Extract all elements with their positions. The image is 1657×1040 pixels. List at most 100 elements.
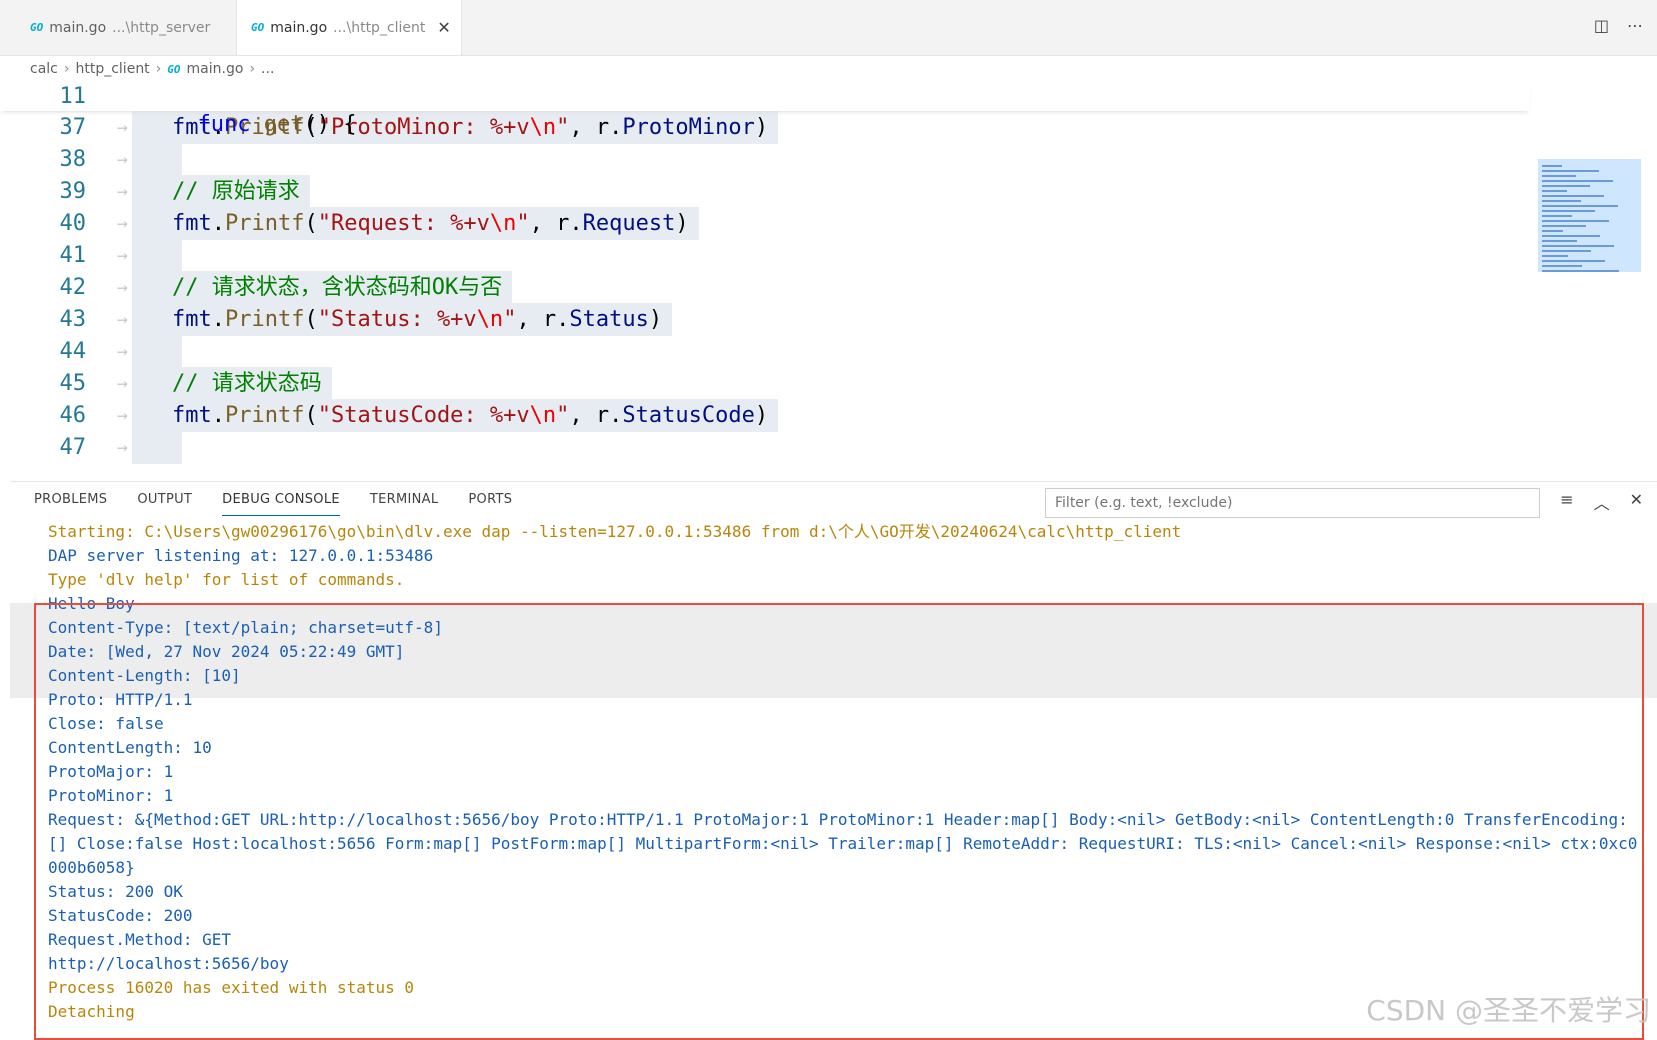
indent-arrow-icon: → bbox=[117, 245, 128, 266]
code-token: func bbox=[197, 112, 251, 137]
code-token: \n bbox=[476, 307, 504, 332]
code-token: . bbox=[211, 307, 225, 332]
code-text: // 原始请求 bbox=[132, 175, 310, 208]
tab-debug-console[interactable]: DEBUG CONSOLE bbox=[222, 492, 340, 516]
indent-arrow-icon: → bbox=[117, 309, 128, 330]
breadcrumb-item[interactable]: ... bbox=[261, 61, 274, 77]
code-line[interactable]: 42 → // 请求状态，含状态码和OK与否 bbox=[0, 271, 1530, 304]
code-token: fmt bbox=[172, 307, 212, 332]
breadcrumb-item[interactable]: http_client bbox=[75, 61, 149, 77]
minimap[interactable] bbox=[1538, 159, 1641, 272]
code-token: StatusCode bbox=[622, 403, 755, 428]
console-line: Type 'dlv help' for list of commands. bbox=[48, 570, 405, 589]
line-number: 38 bbox=[59, 147, 87, 172]
tab-http-client-main-go[interactable]: GO main.go ...\http_client ✕ bbox=[236, 0, 462, 55]
breadcrumb-item[interactable]: main.go bbox=[187, 61, 244, 77]
list-filter-icon[interactable]: ≡ bbox=[1560, 490, 1573, 514]
minimap-line bbox=[1542, 200, 1581, 202]
line-number: 39 bbox=[59, 179, 87, 204]
minimap-line bbox=[1542, 230, 1563, 232]
code-token: "StatusCode: %+v bbox=[317, 403, 530, 428]
tab-output[interactable]: OUTPUT bbox=[137, 492, 192, 516]
line-number: 11 bbox=[59, 84, 87, 109]
tab-ports[interactable]: PORTS bbox=[468, 492, 512, 516]
code-text: fmt.Printf("Status: %+v\n", r.Status) bbox=[132, 303, 673, 336]
code-token: Printf bbox=[225, 403, 305, 428]
code-line[interactable]: 47 → bbox=[0, 431, 1530, 464]
minimap-line bbox=[1542, 245, 1614, 247]
code-text: fmt.Printf("StatusCode: %+v\n", r.Status… bbox=[132, 399, 779, 432]
minimap-line bbox=[1542, 250, 1591, 252]
code-editor[interactable]: 11 func get() { 37 → fmt.Printf("ProtoMino… bbox=[0, 83, 1657, 481]
code-line[interactable]: 40 → fmt.Printf("Request: %+v\n", r.Reques… bbox=[0, 207, 1530, 240]
indent-arrow-icon: → bbox=[117, 373, 128, 394]
minimap-line bbox=[1542, 165, 1562, 167]
code-token: . bbox=[211, 211, 225, 236]
code-token: ( bbox=[304, 211, 318, 236]
code-text: // 请求状态码 bbox=[132, 367, 332, 400]
code-line[interactable]: 45 → // 请求状态码 bbox=[0, 367, 1530, 400]
tab-file-name: main.go bbox=[270, 19, 328, 36]
minimap-line bbox=[1542, 180, 1613, 182]
annotation-box bbox=[34, 603, 1644, 1040]
console-filter-input[interactable] bbox=[1045, 488, 1540, 518]
close-icon[interactable]: ✕ bbox=[1630, 490, 1643, 514]
code-token: Request bbox=[582, 211, 676, 236]
minimap-line bbox=[1542, 215, 1572, 217]
code-text bbox=[132, 431, 182, 464]
close-icon[interactable]: ✕ bbox=[437, 18, 450, 37]
indent-arrow-icon: → bbox=[117, 181, 128, 202]
tab-problems[interactable]: PROBLEMS bbox=[34, 492, 107, 516]
line-number: 42 bbox=[59, 275, 87, 300]
minimap-line bbox=[1542, 190, 1567, 192]
tab-terminal[interactable]: TERMINAL bbox=[370, 492, 439, 516]
code-token: () { bbox=[303, 112, 357, 137]
code-line[interactable]: 46 → fmt.Printf("StatusCode: %+v\n", r.Sta… bbox=[0, 399, 1530, 432]
line-number: 40 bbox=[59, 211, 87, 236]
code-token: ) bbox=[675, 211, 689, 236]
code-token: " bbox=[556, 403, 570, 428]
minimap-line bbox=[1542, 210, 1595, 212]
go-file-icon: GO bbox=[251, 21, 265, 34]
indent-arrow-icon: → bbox=[117, 277, 128, 298]
line-number: 46 bbox=[59, 403, 87, 428]
code-line[interactable]: 43 → fmt.Printf("Status: %+v\n", r.Status) bbox=[0, 303, 1530, 336]
code-token: ( bbox=[304, 307, 318, 332]
code-line[interactable]: 41 → bbox=[0, 239, 1530, 272]
code-token: ( bbox=[304, 403, 318, 428]
indent-arrow-icon: → bbox=[117, 341, 128, 362]
line-number: 41 bbox=[59, 243, 87, 268]
code-token: " bbox=[503, 307, 517, 332]
chevron-up-icon[interactable]: ︿ bbox=[1594, 490, 1610, 514]
code-token: , r. bbox=[529, 211, 583, 236]
code-token: , r. bbox=[569, 115, 623, 140]
code-token: , r. bbox=[516, 307, 570, 332]
line-number: 37 bbox=[59, 115, 87, 140]
code-text: // 请求状态，含状态码和OK与否 bbox=[132, 271, 513, 304]
more-icon[interactable]: ⋯ bbox=[1627, 16, 1643, 35]
editor-actions: ◫ ⋯ bbox=[1594, 16, 1643, 35]
breadcrumb-item[interactable]: calc bbox=[30, 61, 58, 77]
tab-dir-label: ...\http_client bbox=[333, 19, 426, 36]
split-editor-icon[interactable]: ◫ bbox=[1594, 16, 1609, 35]
sticky-code: func get() { bbox=[118, 83, 356, 167]
minimap-line bbox=[1542, 255, 1568, 257]
sticky-scroll-header[interactable]: 11 func get() { bbox=[0, 83, 1530, 137]
minimap-line bbox=[1542, 260, 1605, 262]
chevron-right-icon: › bbox=[63, 61, 70, 77]
code-line[interactable]: 44 → bbox=[0, 335, 1530, 368]
minimap-line bbox=[1542, 205, 1618, 207]
code-token: ProtoMinor bbox=[622, 115, 755, 140]
code-line[interactable]: 39 → // 原始请求 bbox=[0, 175, 1530, 208]
bottom-panel: PROBLEMS OUTPUT DEBUG CONSOLE TERMINAL P… bbox=[10, 481, 1657, 1040]
code-token: " bbox=[516, 211, 530, 236]
code-token: // 请求状态，含状态码和OK与否 bbox=[172, 275, 503, 300]
indent-arrow-icon: → bbox=[117, 437, 128, 458]
minimap-line bbox=[1542, 235, 1600, 237]
code-token: Status bbox=[569, 307, 649, 332]
tab-http-server-main-go[interactable]: GO main.go ...\http_server bbox=[16, 0, 228, 55]
minimap-line bbox=[1542, 240, 1577, 242]
code-token: ) bbox=[754, 115, 769, 140]
code-text bbox=[132, 239, 182, 272]
code-text: fmt.Printf("Request: %+v\n", r.Request) bbox=[132, 207, 699, 240]
